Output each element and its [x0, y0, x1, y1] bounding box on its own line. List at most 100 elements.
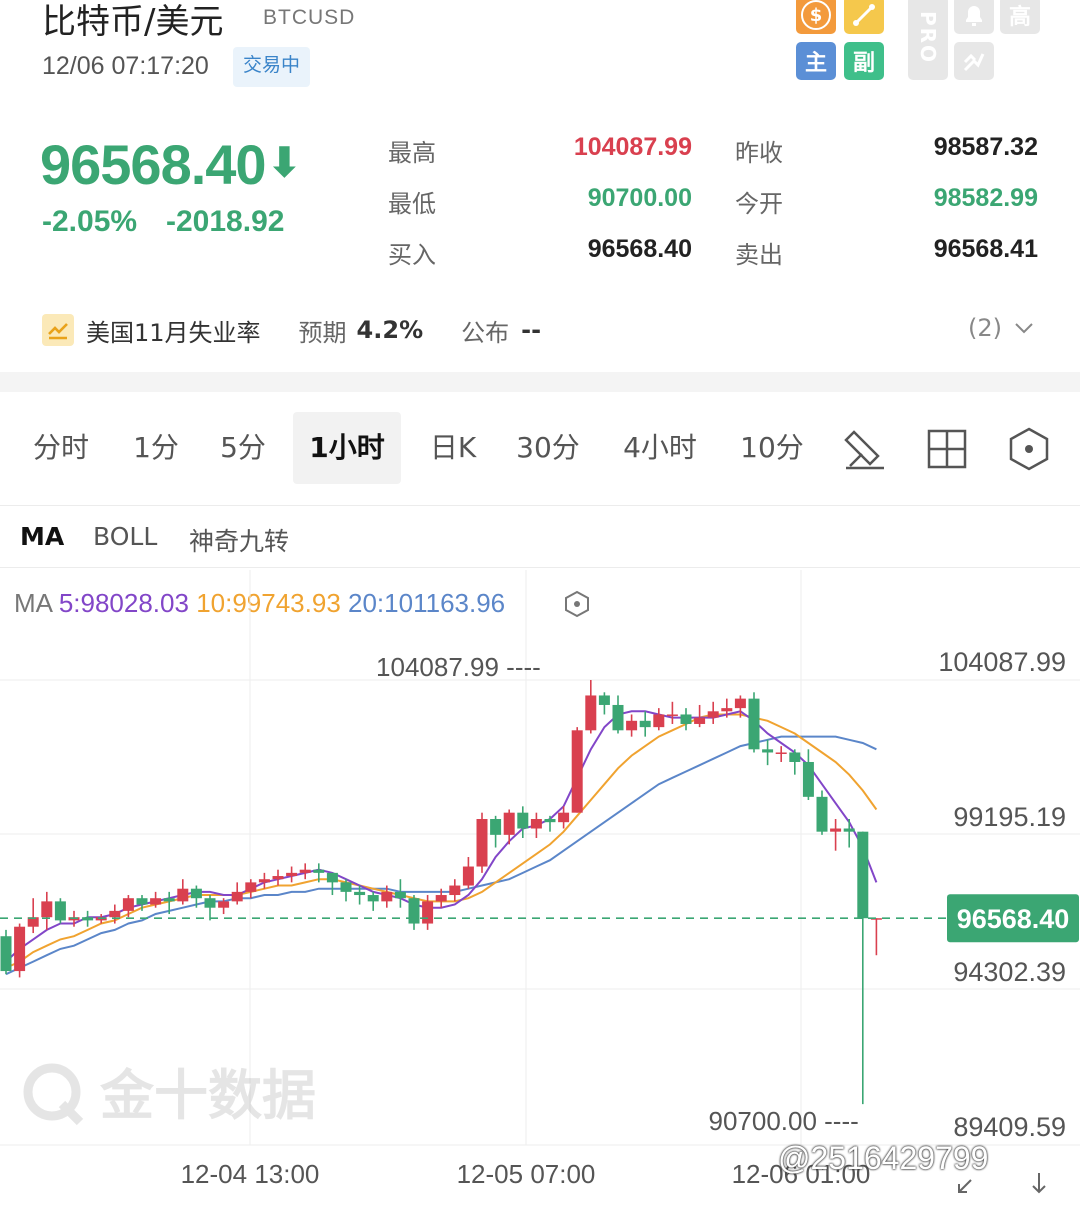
- candle: [802, 749, 814, 801]
- candle: [272, 869, 284, 886]
- candle-body: [830, 828, 842, 832]
- trading-status-badge: 交易中: [233, 47, 311, 87]
- candlestick-chart[interactable]: 金十数据 96568.40 104087.99 99195.19 94302.39 89…: [0, 570, 1080, 1211]
- candle-body: [286, 872, 298, 877]
- candle: [870, 918, 882, 956]
- indicator-tab-boll[interactable]: BOLL: [93, 522, 157, 551]
- economic-event-row[interactable]: 美国11月失业率 预期 4.2% 公布 --: [42, 310, 541, 350]
- candle-body: [666, 714, 678, 716]
- candle: [653, 708, 665, 731]
- main-chart-icon[interactable]: 主: [796, 42, 836, 80]
- indicator-tab-td9[interactable]: 神奇九转: [189, 522, 289, 558]
- divider: [0, 567, 1080, 568]
- candle-body: [748, 698, 760, 750]
- candle: [585, 680, 597, 734]
- quote-datetime: 12/06 07:17:20: [42, 52, 209, 80]
- candle-body: [258, 879, 270, 883]
- candle-body: [109, 910, 121, 918]
- max-price-marker: 104087.99 ----: [376, 652, 541, 682]
- candle: [612, 695, 624, 734]
- candle-body: [299, 869, 311, 873]
- sub-chart-icon[interactable]: 副: [844, 42, 884, 80]
- y-axis-label: 89409.59: [953, 1112, 1066, 1142]
- event-count-toggle[interactable]: (2): [968, 314, 1034, 342]
- candle-body: [571, 730, 583, 813]
- high-icon[interactable]: 高: [1000, 0, 1040, 34]
- tab-fenshi[interactable]: 分时: [20, 412, 102, 484]
- grid-layout-icon[interactable]: [926, 428, 968, 474]
- candle-body: [367, 895, 379, 902]
- indicator-tab-ma[interactable]: MA: [20, 522, 64, 551]
- candle-body: [503, 812, 515, 835]
- current-price-label: 96568.40: [957, 904, 1070, 934]
- candle-body: [163, 898, 175, 902]
- stat-value-open: 98582.99: [933, 184, 1038, 212]
- candle: [680, 708, 692, 731]
- pro-icon[interactable]: PRO: [908, 0, 948, 80]
- stat-label-open: 今开: [735, 190, 783, 218]
- candle-body: [272, 876, 284, 880]
- candle: [598, 692, 610, 715]
- candle-body: [218, 901, 230, 908]
- candle-body: [775, 752, 787, 754]
- candle-body: [150, 898, 162, 905]
- share-icon[interactable]: [954, 42, 994, 80]
- candle-body: [408, 898, 420, 924]
- zoom-out-icon[interactable]: [955, 1170, 981, 1200]
- dollar-icon[interactable]: $: [796, 0, 836, 34]
- y-axis-label: 94302.39: [953, 957, 1066, 987]
- candle-body: [558, 812, 570, 823]
- candle-body: [707, 711, 719, 718]
- candle: [789, 749, 801, 775]
- tab-1hour[interactable]: 1小时: [293, 412, 401, 484]
- tab-4hour[interactable]: 4小时: [610, 412, 710, 484]
- draw-line-icon[interactable]: [844, 0, 884, 34]
- candle-body: [721, 708, 733, 712]
- candle-body: [462, 866, 474, 886]
- candle-body: [544, 819, 556, 823]
- candle: [41, 891, 53, 930]
- candle-body: [354, 891, 366, 896]
- last-price-value: 96568.40: [40, 133, 267, 196]
- section-divider: [0, 372, 1080, 392]
- stat-label-prev-close: 昨收: [735, 139, 783, 167]
- drawing-tool-icon[interactable]: [840, 424, 890, 478]
- stat-label-bid: 买入: [388, 241, 436, 269]
- alarm-icon[interactable]: [954, 0, 994, 34]
- candle-body: [734, 698, 746, 709]
- candle-body: [694, 717, 706, 724]
- stat-value-low: 90700.00: [587, 184, 692, 212]
- candle: [394, 879, 406, 908]
- chart-tools: $ 主 副: [796, 0, 884, 80]
- tab-10min[interactable]: 10分: [728, 412, 816, 484]
- candle: [367, 891, 379, 911]
- tab-30min[interactable]: 30分: [505, 412, 591, 484]
- tab-daily[interactable]: 日K: [418, 412, 488, 484]
- tab-5min[interactable]: 5分: [205, 412, 281, 484]
- candle-body: [626, 720, 638, 731]
- ma10-line: [5, 713, 878, 969]
- candle: [666, 701, 678, 724]
- candle-body: [177, 888, 189, 902]
- candle-body: [517, 812, 529, 829]
- candle: [177, 879, 189, 905]
- watermark: 金十数据: [23, 1063, 316, 1127]
- tab-1min[interactable]: 1分: [118, 412, 194, 484]
- candle-body: [680, 714, 692, 724]
- candles: [0, 680, 882, 1105]
- candle-body: [843, 828, 855, 832]
- candle: [408, 895, 420, 930]
- candle-body: [476, 819, 488, 867]
- ticker-symbol: BTCUSD: [263, 6, 356, 29]
- stat-label-ask: 卖出: [735, 241, 783, 269]
- candle-body: [530, 819, 542, 829]
- ma20-line: [5, 735, 877, 976]
- event-name: 美国11月失业率: [86, 318, 261, 347]
- candle-body: [762, 749, 774, 753]
- scroll-down-icon[interactable]: [1026, 1170, 1052, 1200]
- stat-value-ask: 96568.41: [933, 235, 1038, 263]
- candle-body: [802, 761, 814, 797]
- settings-hexagon-icon[interactable]: [1006, 426, 1052, 476]
- candle: [639, 711, 651, 737]
- candle-body: [136, 898, 148, 905]
